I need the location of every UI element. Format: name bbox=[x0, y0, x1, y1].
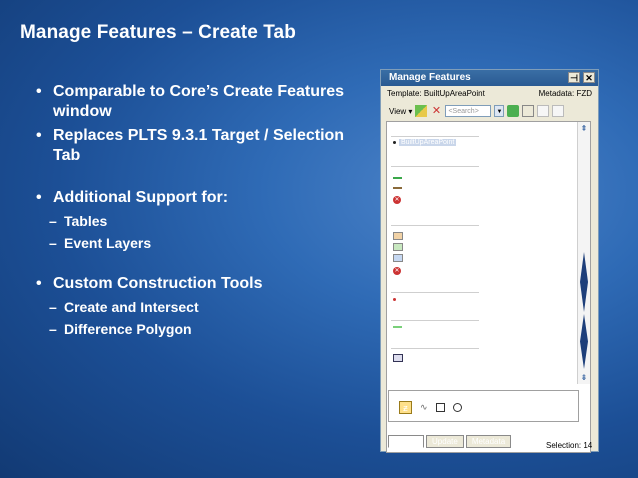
rectangle-icon[interactable] bbox=[435, 403, 445, 412]
error-icon: ✕ bbox=[393, 266, 401, 275]
bullet-list: • Comparable to Core’s Create Features wi… bbox=[36, 82, 366, 338]
scrollbar[interactable]: ⇞ ⇟ bbox=[577, 122, 590, 384]
blank-button-icon[interactable] bbox=[537, 105, 550, 117]
list-item[interactable]: RailroadTrackLine bbox=[393, 184, 462, 191]
construction-tools-pane: ƶ ∿ » bbox=[388, 390, 579, 422]
group-polygons: Polygons bbox=[391, 215, 479, 226]
selection-count: Selection: 14 bbox=[546, 441, 593, 450]
tab-update[interactable]: Update bbox=[426, 435, 464, 448]
bullet-comparable: • Comparable to Core’s Create Features wi… bbox=[36, 83, 345, 120]
curve-tool-icon[interactable]: ∿ bbox=[420, 402, 428, 413]
group-point-events: Point Events bbox=[391, 282, 479, 293]
settings-icon[interactable] bbox=[522, 105, 535, 117]
point-symbol bbox=[393, 141, 396, 144]
list-item[interactable]: ✕ TreesArea bbox=[393, 266, 441, 275]
search-dropdown-icon[interactable]: ▼ bbox=[494, 105, 505, 117]
group-points: Points bbox=[391, 126, 479, 137]
sketch-tool-icon[interactable]: ƶ bbox=[399, 401, 412, 414]
more-tools-button[interactable]: » bbox=[565, 397, 570, 407]
table-icon bbox=[393, 354, 403, 362]
group-tables: Tables bbox=[391, 338, 479, 349]
polygon-symbol bbox=[393, 254, 403, 262]
bullet-dot: • bbox=[36, 275, 42, 292]
polygon-symbol bbox=[393, 232, 403, 240]
delete-icon[interactable]: ✕ bbox=[430, 105, 442, 117]
bullet-additional-support: • Additional Support for: bbox=[36, 189, 229, 206]
bullet-dot: • bbox=[36, 83, 42, 100]
window-title-bar[interactable]: Manage Features ⊣ ✕ bbox=[381, 70, 598, 86]
bullet-custom-tools: • Custom Construction Tools bbox=[36, 275, 263, 292]
bullet-dot: • bbox=[36, 189, 42, 206]
group-line-events: Line Events bbox=[391, 310, 479, 321]
window-title: Manage Features bbox=[389, 72, 471, 83]
search-input[interactable]: <Search> bbox=[445, 105, 492, 117]
list-item[interactable]: ForeshoreArea bbox=[393, 232, 453, 240]
slide-title: Manage Features – Create Tab bbox=[20, 22, 296, 43]
scroll-thumb[interactable] bbox=[580, 252, 588, 312]
line-symbol bbox=[393, 325, 402, 328]
scroll-thumb[interactable] bbox=[580, 314, 588, 369]
list-item[interactable]: SABE_NAM bbox=[393, 354, 444, 362]
bullet-replaces: • Replaces PLTS 9.3.1 Target / Selection … bbox=[36, 127, 345, 164]
line-symbol bbox=[393, 186, 402, 189]
view-dropdown[interactable]: View ▾ bbox=[389, 107, 412, 116]
close-icon[interactable]: ✕ bbox=[583, 72, 595, 83]
list-item[interactable]: RailroadSidingSpurLine bbox=[393, 174, 479, 181]
bullet-dot: • bbox=[36, 127, 42, 144]
circle-icon[interactable] bbox=[452, 403, 462, 412]
edit-template-icon[interactable] bbox=[415, 105, 428, 117]
add-icon[interactable] bbox=[507, 105, 520, 117]
list-item[interactable]: ✕ RoadLine bbox=[393, 195, 438, 204]
scroll-up-icon[interactable]: ⇞ bbox=[578, 123, 590, 134]
line-symbol bbox=[393, 176, 402, 179]
list-item[interactable]: Speed Limits bbox=[393, 323, 445, 330]
sub-bullet-create-intersect: – Create and Intersect bbox=[49, 299, 199, 315]
tab-bar: Create Update Metadata bbox=[388, 435, 512, 448]
template-row: Template: BuiltUpAreaPoint Metadata: FZD bbox=[381, 86, 598, 102]
tab-metadata[interactable]: Metadata bbox=[465, 435, 512, 448]
list-item[interactable]: WaterArea bbox=[393, 254, 439, 262]
error-icon: ✕ bbox=[393, 195, 401, 204]
list-item[interactable]: IslandArea bbox=[393, 243, 439, 251]
pin-icon[interactable]: ⊣ bbox=[568, 72, 580, 83]
sub-bullet-difference-polygon: – Difference Polygon bbox=[49, 321, 192, 337]
tab-create[interactable]: Create bbox=[388, 435, 425, 448]
template-label: Template: BuiltUpAreaPoint bbox=[387, 89, 485, 98]
scroll-down-icon[interactable]: ⇟ bbox=[578, 372, 590, 383]
sub-bullet-event-layers: – Event Layers bbox=[49, 235, 152, 251]
toolbar: View ▾ ✕ <Search> ▼ bbox=[381, 102, 598, 120]
list-item[interactable]: Accidents bbox=[393, 296, 429, 303]
blank-button-icon[interactable] bbox=[552, 105, 565, 117]
point-symbol bbox=[393, 298, 396, 301]
metadata-label: Metadata: FZD bbox=[538, 89, 592, 98]
group-polylines: Polylines bbox=[391, 156, 479, 167]
polygon-symbol bbox=[393, 243, 403, 251]
list-item[interactable]: BuiltUpAreaPoint bbox=[393, 139, 457, 146]
sub-bullet-tables: – Tables bbox=[49, 213, 108, 229]
